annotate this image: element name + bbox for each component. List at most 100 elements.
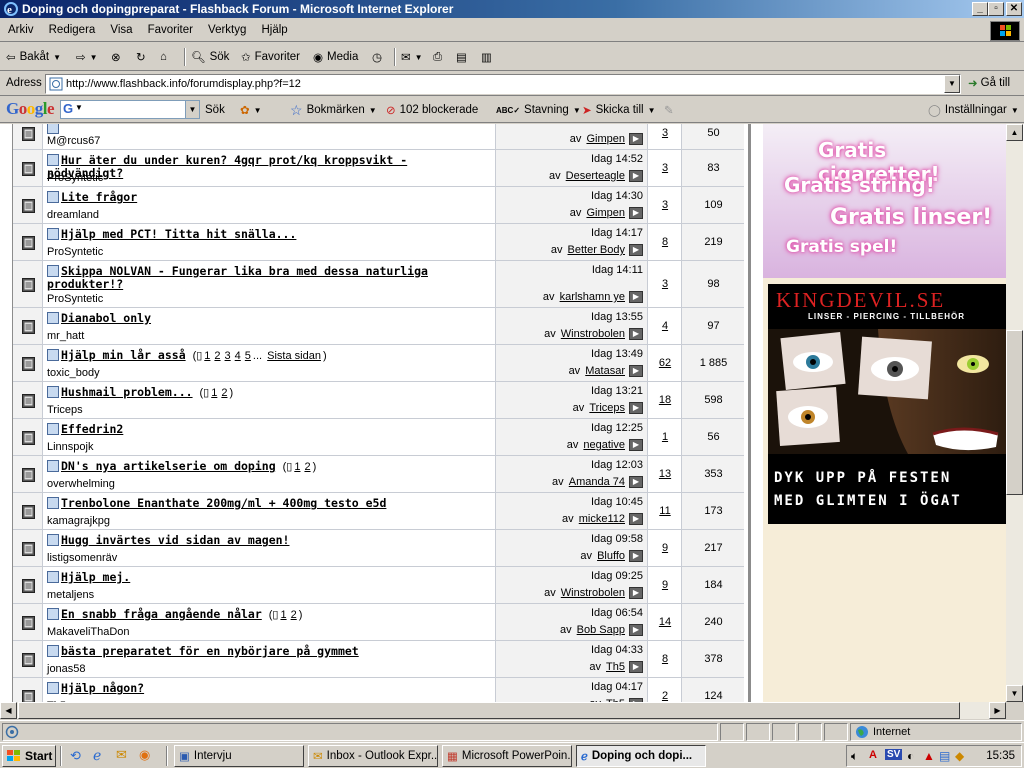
last-poster-link[interactable]: Matasar — [585, 365, 625, 377]
page-link[interactable]: 1 — [204, 350, 210, 362]
thread-title-link[interactable]: Hugg invärtes vid sidan av magen! — [61, 533, 289, 547]
scroll-left-button[interactable]: ◀ — [0, 702, 17, 719]
thread-title-link[interactable]: Trenbolone Enanthate 200mg/ml + 400mg te… — [61, 496, 386, 510]
go-to-last-post-icon[interactable]: ▶ — [629, 133, 643, 146]
thread-title-link[interactable]: Skippa NOLVAN - Fungerar lika bra med de… — [47, 264, 428, 291]
go-to-last-post-icon[interactable]: ▶ — [629, 550, 643, 563]
page-link[interactable]: 2 — [221, 387, 227, 399]
menu-tools[interactable]: Verktyg — [202, 20, 252, 40]
media-button[interactable]: ◉ Media — [313, 47, 358, 67]
chevron-down-icon[interactable]: ▼ — [944, 75, 960, 93]
last-poster-link[interactable]: Th5 — [606, 661, 625, 673]
vertical-scroll-thumb[interactable] — [1006, 330, 1023, 495]
go-to-last-post-icon[interactable]: ▶ — [629, 439, 643, 452]
vertical-scrollbar[interactable]: ▲ ▼ — [1006, 124, 1023, 702]
page-link[interactable]: 3 — [225, 350, 231, 362]
go-to-last-post-icon[interactable]: ▶ — [629, 365, 643, 378]
address-input[interactable]: http://www.flashback.info/forumdisplay.p… — [45, 74, 961, 94]
network-icon[interactable]: ▤ — [939, 749, 950, 763]
antivirus-icon[interactable]: A — [869, 749, 877, 761]
last-page-link[interactable]: Sista sidan — [267, 350, 321, 362]
close-button[interactable]: ✕ — [1006, 2, 1022, 16]
reply-count-link[interactable]: 8 — [648, 236, 682, 248]
thread-title-link[interactable]: Hjälp min lår asså — [61, 348, 186, 362]
ie-quicklaunch-icon[interactable]: ℯ — [93, 747, 101, 764]
edit-button[interactable]: ▤ — [456, 47, 467, 67]
go-to-last-post-icon[interactable]: ▶ — [629, 170, 643, 183]
spellcheck-button[interactable]: ABC✓ Stavning ▼ — [496, 101, 581, 119]
last-poster-link[interactable]: Winstrobolen — [561, 587, 625, 599]
volume-icon[interactable]: 🔈︎ — [851, 749, 858, 764]
horizontal-scrollbar[interactable]: ◀ ▶ — [0, 702, 1006, 719]
promo-banner[interactable]: Gratis cigaretter! Gratis string! Gratis… — [763, 124, 1006, 278]
bookmarks-button[interactable]: ☆ Bokmärken ▼ — [290, 101, 377, 119]
task-ie-doping[interactable]: ℯ Doping och dopi... — [576, 745, 706, 767]
last-poster-link[interactable]: micke112 — [579, 513, 625, 525]
discuss-button[interactable]: ▥ — [481, 47, 492, 67]
last-poster-link[interactable]: Bluffo — [597, 550, 625, 562]
chevron-down-icon[interactable]: ▼ — [75, 103, 83, 112]
menu-help[interactable]: Hjälp — [255, 20, 293, 40]
last-poster-link[interactable]: Deserteagle — [566, 170, 625, 182]
reply-count-link[interactable]: 3 — [648, 278, 682, 290]
reply-count-link[interactable]: 9 — [648, 579, 682, 591]
page-link[interactable]: 1 — [294, 461, 300, 473]
google-search-button[interactable]: Sök — [205, 101, 225, 119]
reply-count-link[interactable]: 4 — [648, 320, 682, 332]
google-logo[interactable]: Google — [6, 99, 55, 119]
popup-blocker-button[interactable]: ⊘ 102 blockerade — [386, 101, 478, 119]
tray-app-icon[interactable]: ◆ — [955, 749, 964, 763]
back-button[interactable]: ⇦ Bakåt ▼ — [6, 47, 61, 67]
minimize-button[interactable]: _ — [972, 2, 988, 16]
thread-title-link[interactable]: Hushmail problem... — [61, 385, 193, 399]
thread-title-link[interactable]: Hjälp någon? — [61, 681, 144, 695]
page-link[interactable]: 2 — [291, 609, 297, 621]
reply-count-link[interactable]: 2 — [648, 690, 682, 702]
reply-count-link[interactable]: 11 — [648, 505, 682, 517]
reply-count-link[interactable]: 18 — [648, 394, 682, 406]
go-to-last-post-icon[interactable]: ▶ — [629, 402, 643, 415]
media-player-quicklaunch-icon[interactable]: ◉ — [139, 747, 150, 763]
chevron-down-icon[interactable]: ▼ — [90, 53, 98, 62]
thread-title-link[interactable]: Effedrin2 — [61, 422, 123, 436]
thread-title-link[interactable]: En snabb fråga angående nålar — [61, 607, 262, 621]
reply-count-link[interactable]: 3 — [648, 162, 682, 174]
reply-count-link[interactable]: 3 — [648, 127, 682, 139]
reply-count-link[interactable]: 8 — [648, 653, 682, 665]
reply-count-link[interactable]: 14 — [648, 616, 682, 628]
send-to-button[interactable]: ➤ Skicka till ▼ — [582, 101, 656, 119]
last-poster-link[interactable]: Amanda 74 — [569, 476, 625, 488]
chevron-down-icon[interactable]: ▼ — [53, 53, 61, 62]
language-indicator[interactable]: SV — [885, 749, 903, 760]
go-to-last-post-icon[interactable]: ▶ — [629, 291, 643, 304]
favorites-button[interactable]: ✩ Favoriter — [241, 47, 300, 67]
print-button[interactable]: ⎙ — [433, 47, 442, 67]
outlook-quicklaunch-icon[interactable]: ✉ — [116, 747, 127, 763]
task-intervju[interactable]: ▣ Intervju — [174, 745, 304, 767]
menu-favorites[interactable]: Favoriter — [142, 20, 199, 40]
reply-count-link[interactable]: 1 — [648, 431, 682, 443]
reply-count-link[interactable]: 62 — [648, 357, 682, 369]
google-search-input[interactable]: G ▼ ▼ — [60, 100, 200, 119]
last-poster-link[interactable]: Triceps — [589, 402, 625, 414]
reply-count-link[interactable]: 3 — [648, 199, 682, 211]
task-outlook[interactable]: ✉ Inbox - Outlook Expr... — [308, 745, 438, 767]
reply-count-link[interactable]: 13 — [648, 468, 682, 480]
show-desktop-icon[interactable]: ⟲ — [70, 748, 81, 764]
google-news-button[interactable]: ✿ ▼ — [240, 101, 262, 119]
go-to-last-post-icon[interactable]: ▶ — [629, 661, 643, 674]
menu-view[interactable]: Visa — [104, 20, 138, 40]
chevron-down-icon[interactable]: ▼ — [185, 101, 199, 118]
page-link[interactable]: 2 — [214, 350, 220, 362]
adobe-icon[interactable]: ▲ — [923, 749, 935, 763]
scroll-up-button[interactable]: ▲ — [1006, 124, 1023, 141]
mouse-icon[interactable]: ◐ — [907, 749, 914, 763]
reply-count-link[interactable]: 9 — [648, 542, 682, 554]
search-button[interactable]: 🔍︎ Sök — [191, 47, 229, 67]
title-bar[interactable]: e Doping och dopingpreparat - Flashback … — [0, 0, 1024, 18]
go-to-last-post-icon[interactable]: ▶ — [629, 587, 643, 600]
last-poster-link[interactable]: Gimpen — [586, 133, 625, 145]
highlight-button[interactable]: ✎ — [664, 101, 674, 119]
go-button[interactable]: ➜ Gå till — [968, 76, 1010, 90]
mail-button[interactable]: ✉ ▼ — [401, 47, 423, 67]
